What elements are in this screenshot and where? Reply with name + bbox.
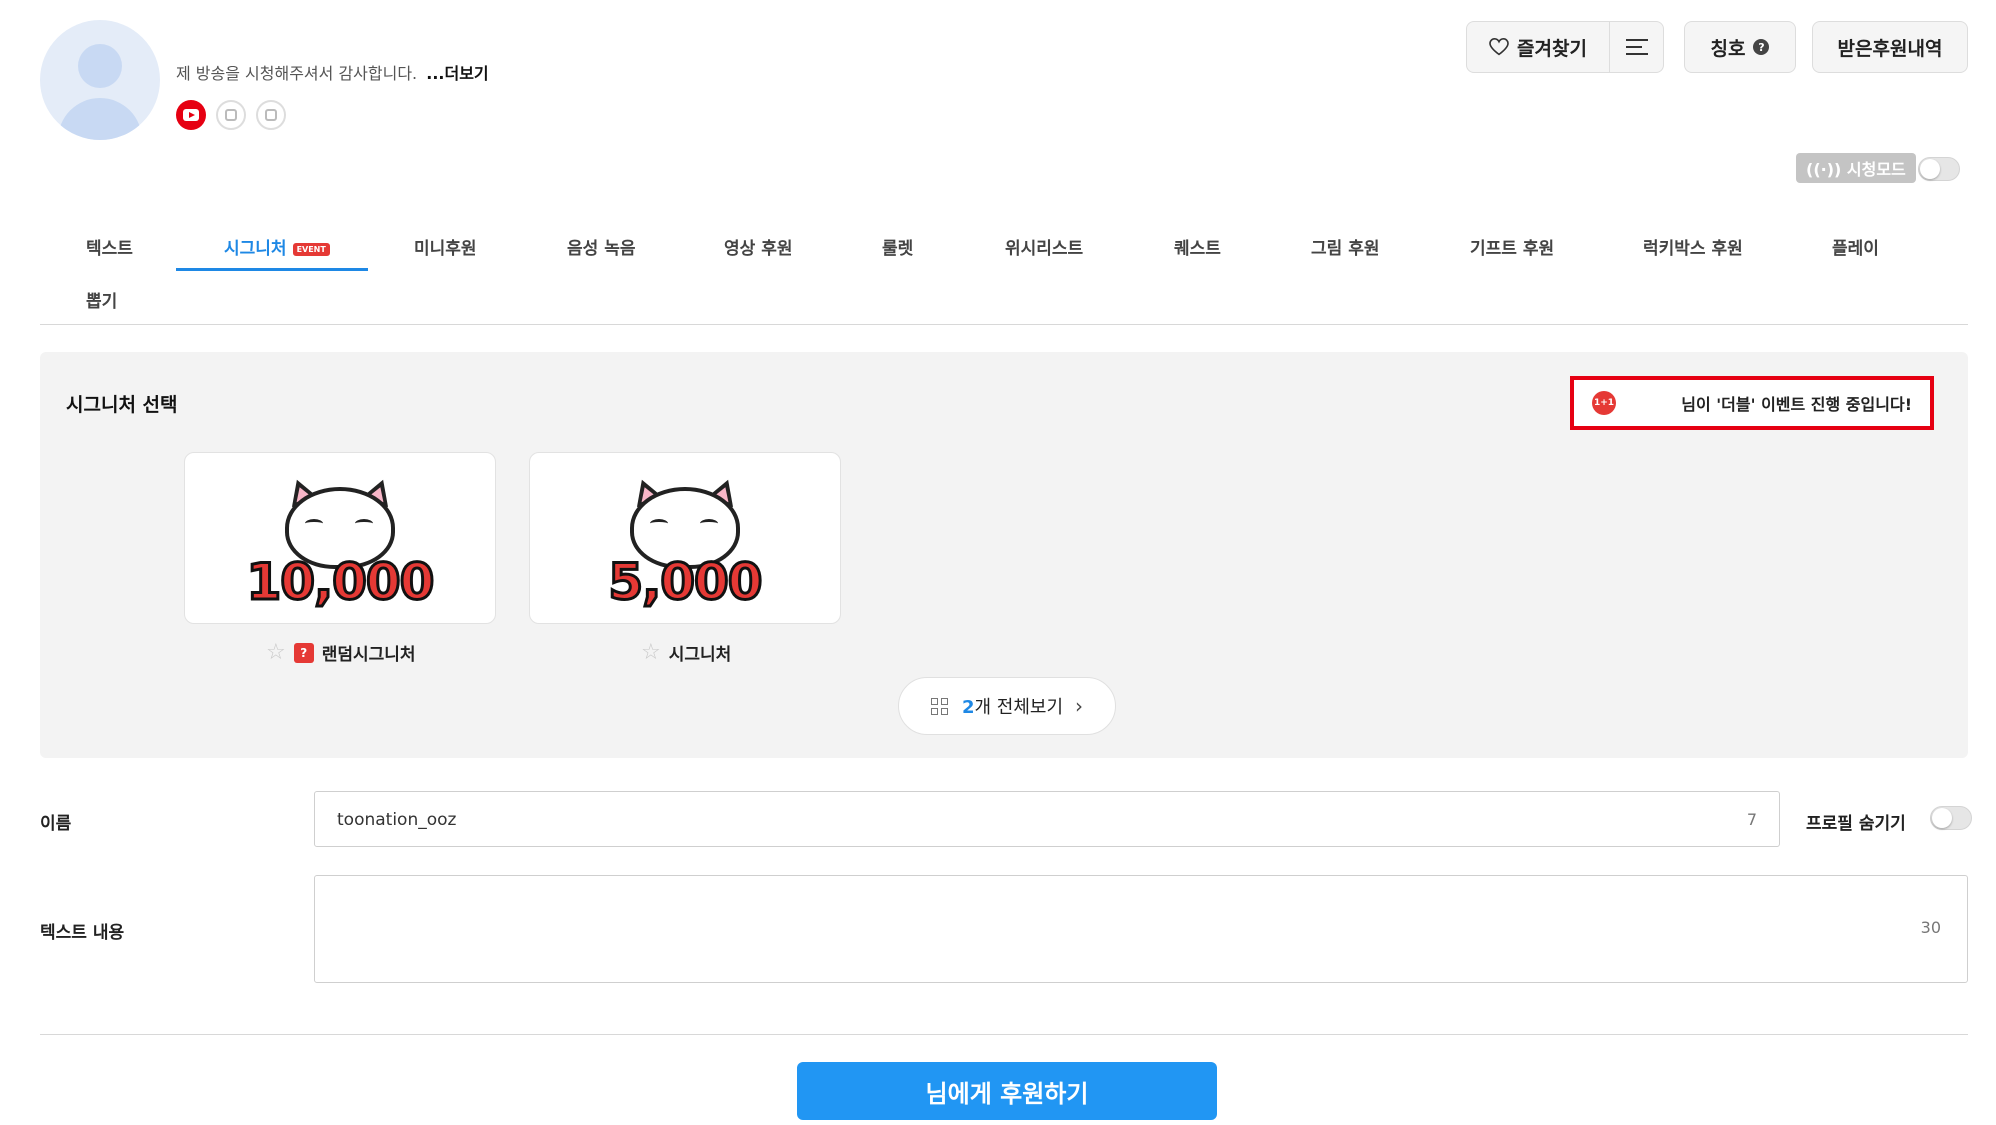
active-tab-indicator (176, 268, 368, 271)
watch-mode-label: ((·)) 시청모드 (1806, 160, 1906, 179)
profile-icon[interactable] (216, 100, 246, 130)
tab-mini-donation[interactable]: 미니후원 (414, 234, 477, 259)
signature-price: 10,000 (245, 552, 436, 613)
message-char-count: 30 (1920, 918, 1941, 937)
title-label: 칭호 (1710, 37, 1746, 60)
donate-button[interactable]: 님에게 후원하기 (797, 1062, 1217, 1120)
tab-drawing-donation[interactable]: 그림 후원 (1311, 234, 1379, 259)
view-all-count: 2 (961, 697, 975, 718)
youtube-icon[interactable] (176, 100, 206, 130)
grid-icon (930, 697, 948, 715)
signature-name: 시그니처 (668, 645, 732, 665)
view-all-button[interactable]: 2개 전체보기 › (898, 677, 1116, 735)
name-value: toonation_ooz (337, 810, 457, 830)
watch-mode-badge: ((·)) 시청모드 (1796, 153, 1916, 183)
signature-panel: 시그니처 선택 1+1 님이 '더블' 이벤트 진행 중입니다! 10,000 … (40, 352, 1968, 758)
signature-card-label: ☆ 시그니처 (641, 640, 731, 665)
star-icon[interactable]: ☆ (266, 641, 286, 664)
history-label: 받은후원내역 (1837, 37, 1943, 60)
tab-gift-donation[interactable]: 기프트 후원 (1470, 234, 1554, 259)
signature-card-label: ☆ ? 랜덤시그니처 (266, 640, 416, 665)
more-link[interactable]: ...더보기 (426, 64, 488, 83)
event-text: 님이 '더블' 이벤트 진행 중입니다! (1681, 395, 1912, 414)
tab-roulette[interactable]: 룰렛 (882, 234, 913, 259)
hamburger-icon (1625, 39, 1648, 55)
donation-history-button[interactable]: 받은후원내역 (1812, 21, 1968, 73)
tabs-divider (40, 324, 1968, 325)
message-label: 텍스트 내용 (40, 923, 125, 943)
twitch-icon[interactable] (256, 100, 286, 130)
double-event-banner: 1+1 님이 '더블' 이벤트 진행 중입니다! (1570, 376, 1934, 430)
tab-video-donation[interactable]: 영상 후원 (724, 234, 792, 259)
hide-profile-toggle[interactable] (1930, 806, 1972, 830)
tab-draw[interactable]: 뽑기 (86, 287, 117, 312)
heart-icon (1489, 38, 1509, 56)
name-label: 이름 (40, 814, 72, 834)
name-input[interactable]: toonation_ooz 7 (314, 791, 1780, 847)
signature-section-title: 시그니처 선택 (66, 394, 178, 416)
tab-voice-record[interactable]: 음성 녹음 (567, 234, 635, 259)
form-divider (40, 1034, 1968, 1035)
tab-text[interactable]: 텍스트 (86, 234, 133, 259)
hide-profile-label: 프로필 숨기기 (1806, 814, 1906, 834)
title-button[interactable]: 칭호 ? (1684, 21, 1796, 73)
name-char-count: 7 (1746, 810, 1757, 829)
favorite-button[interactable]: 즐겨찾기 (1466, 21, 1610, 73)
tab-luckybox-donation[interactable]: 럭키박스 후원 (1643, 234, 1743, 259)
watch-mode-toggle[interactable] (1918, 157, 1960, 181)
view-all-label: 개 전체보기 (974, 697, 1064, 718)
event-1plus1-icon: 1+1 (1592, 391, 1616, 415)
tab-quest[interactable]: 퀘스트 (1174, 234, 1221, 259)
greeting-text: 제 방송을 시청해주셔서 감사합니다. ...더보기 (176, 60, 489, 84)
message-textarea[interactable]: 30 (314, 875, 1968, 983)
tab-play[interactable]: 플레이 (1832, 234, 1879, 259)
random-badge: ? (293, 642, 314, 663)
signature-card-basic[interactable]: 5,000 (529, 452, 841, 624)
favorite-label: 즐겨찾기 (1517, 37, 1587, 60)
help-icon: ? (1753, 39, 1770, 55)
social-links (176, 100, 286, 130)
menu-button[interactable] (1610, 21, 1664, 73)
chevron-right-icon: › (1075, 694, 1084, 718)
tab-wishlist[interactable]: 위시리스트 (1005, 234, 1083, 259)
signature-name: 랜덤시그니처 (321, 645, 416, 665)
streamer-avatar (40, 20, 160, 140)
star-icon[interactable]: ☆ (641, 641, 661, 664)
greeting-message: 제 방송을 시청해주셔서 감사합니다. (176, 64, 418, 83)
event-badge: EVENT (292, 242, 330, 256)
signature-card-random[interactable]: 10,000 (184, 452, 496, 624)
signature-price: 5,000 (607, 552, 764, 613)
tab-signature[interactable]: 시그니처 EVENT (224, 234, 330, 259)
